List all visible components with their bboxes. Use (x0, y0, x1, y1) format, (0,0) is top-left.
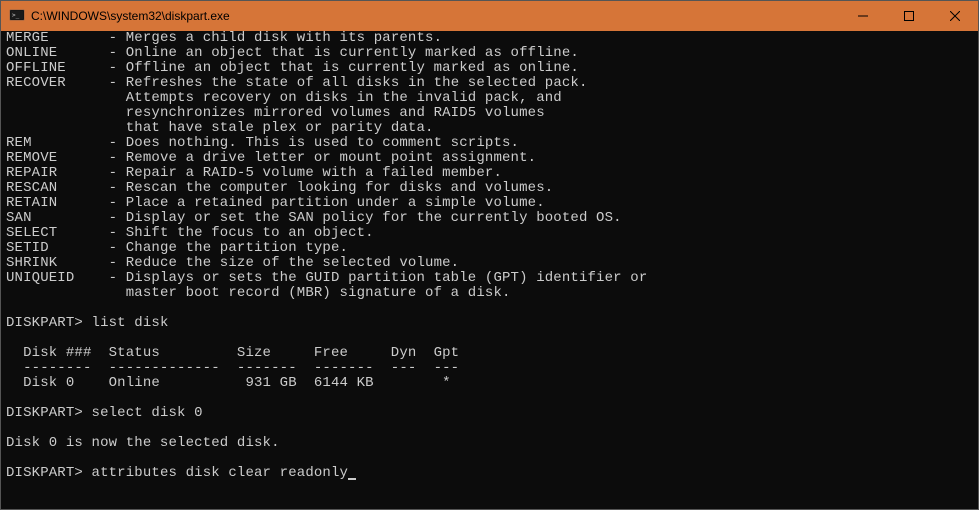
help-line: master boot record (MBR) signature of a … (6, 285, 511, 301)
prompt-line: DISKPART> select disk 0 (6, 405, 203, 421)
help-line: SAN - Display or set the SAN policy for … (6, 210, 622, 226)
help-line: SHRINK - Reduce the size of the selected… (6, 255, 459, 271)
table-divider: -------- ------------- ------- ------- -… (6, 360, 459, 376)
help-line: SELECT - Shift the focus to an object. (6, 225, 374, 241)
help-line: SETID - Change the partition type. (6, 240, 348, 256)
window-title: C:\WINDOWS\system32\diskpart.exe (31, 9, 230, 23)
help-line: that have stale plex or parity data. (6, 120, 434, 136)
help-line: RESCAN - Rescan the computer looking for… (6, 180, 553, 196)
titlebar: >_ C:\WINDOWS\system32\diskpart.exe (1, 1, 978, 31)
help-line: RECOVER - Refreshes the state of all dis… (6, 75, 588, 91)
help-line: UNIQUEID - Displays or sets the GUID par… (6, 270, 647, 286)
app-icon: >_ (9, 8, 25, 24)
maximize-button[interactable] (886, 1, 932, 31)
help-line: resynchronizes mirrored volumes and RAID… (6, 105, 545, 121)
table-header: Disk ### Status Size Free Dyn Gpt (6, 345, 459, 361)
table-row: Disk 0 Online 931 GB 6144 KB * (6, 375, 451, 391)
minimize-button[interactable] (840, 1, 886, 31)
terminal-output[interactable]: MERGE - Merges a child disk with its par… (1, 31, 978, 481)
help-line: REMOVE - Remove a drive letter or mount … (6, 150, 536, 166)
help-line: REM - Does nothing. This is used to comm… (6, 135, 519, 151)
help-line: MERGE - Merges a child disk with its par… (6, 30, 442, 46)
prompt-line: DISKPART> attributes disk clear readonly (6, 465, 348, 481)
close-button[interactable] (932, 1, 978, 31)
prompt-line: DISKPART> list disk (6, 315, 169, 331)
help-line: OFFLINE - Offline an object that is curr… (6, 60, 579, 76)
help-line: RETAIN - Place a retained partition unde… (6, 195, 545, 211)
help-line: REPAIR - Repair a RAID-5 volume with a f… (6, 165, 502, 181)
svg-text:>_: >_ (12, 12, 20, 19)
cursor (348, 478, 356, 480)
help-line: Attempts recovery on disks in the invali… (6, 90, 562, 106)
titlebar-left: >_ C:\WINDOWS\system32\diskpart.exe (9, 8, 230, 24)
window-controls (840, 1, 978, 31)
help-line: ONLINE - Online an object that is curren… (6, 45, 579, 61)
response-line: Disk 0 is now the selected disk. (6, 435, 280, 451)
